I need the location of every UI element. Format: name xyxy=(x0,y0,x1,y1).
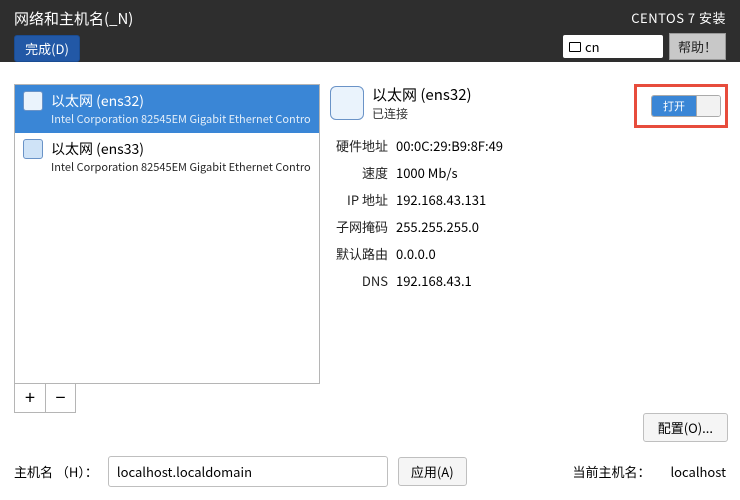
current-hostname-label: 当前主机名： xyxy=(572,462,650,481)
detail-value: 1000 Mb/s xyxy=(396,163,458,182)
connection-toggle[interactable]: 打开 xyxy=(651,95,721,117)
detail-key: 默认路由 xyxy=(330,244,388,263)
toggle-on-label: 打开 xyxy=(652,96,696,116)
detail-title: 以太网 (ens32) xyxy=(372,84,472,105)
detail-row: 子网掩码 255.255.255.0 xyxy=(330,217,728,236)
network-icon xyxy=(330,86,364,120)
detail-key: 速度 xyxy=(330,163,388,182)
detail-row: IP 地址 192.168.43.131 xyxy=(330,190,728,209)
detail-key: DNS xyxy=(330,271,388,290)
keyboard-indicator[interactable]: cn xyxy=(563,35,663,58)
switch-highlight: 打开 xyxy=(634,84,728,128)
detail-key: 硬件地址 xyxy=(330,136,388,155)
interface-list: 以太网 (ens32)Intel Corporation 82545EM Gig… xyxy=(14,84,320,384)
install-label: CENTOS 7 安装 xyxy=(631,8,726,27)
interface-name: 以太网 (ens33) xyxy=(51,139,311,159)
detail-value: 192.168.43.1 xyxy=(396,271,472,290)
detail-status: 已连接 xyxy=(372,105,472,122)
help-button[interactable]: 帮助！ xyxy=(669,33,726,60)
detail-key: IP 地址 xyxy=(330,190,388,209)
detail-key: 子网掩码 xyxy=(330,217,388,236)
interface-sub: Intel Corporation 82545EM Gigabit Ethern… xyxy=(51,111,311,127)
interface-item[interactable]: 以太网 (ens33)Intel Corporation 82545EM Gig… xyxy=(15,133,319,181)
detail-row: 速度 1000 Mb/s xyxy=(330,163,728,182)
keyboard-icon xyxy=(569,42,581,52)
ethernet-icon xyxy=(23,91,43,111)
apply-button[interactable]: 应用(A) xyxy=(398,457,467,486)
hostname-input[interactable] xyxy=(108,456,388,487)
interface-name: 以太网 (ens32) xyxy=(51,91,311,111)
remove-interface-button[interactable]: − xyxy=(45,384,75,412)
detail-row: DNS 192.168.43.1 xyxy=(330,271,728,290)
detail-value: 0.0.0.0 xyxy=(396,244,436,263)
page-title: 网络和主机名(_N) xyxy=(14,8,133,29)
detail-row: 默认路由 0.0.0.0 xyxy=(330,244,728,263)
configure-button[interactable]: 配置(O)... xyxy=(643,413,728,442)
done-button[interactable]: 完成(D) xyxy=(14,35,80,62)
current-hostname: localhost xyxy=(670,462,726,481)
add-interface-button[interactable]: + xyxy=(15,384,45,412)
keyboard-layout: cn xyxy=(585,37,600,56)
toggle-knob xyxy=(696,96,720,116)
detail-row: 硬件地址 00:0C:29:B9:8F:49 xyxy=(330,136,728,155)
interface-item[interactable]: 以太网 (ens32)Intel Corporation 82545EM Gig… xyxy=(15,85,319,133)
interface-sub: Intel Corporation 82545EM Gigabit Ethern… xyxy=(51,159,311,175)
hostname-label: 主机名 （H）： xyxy=(14,462,98,481)
detail-value: 255.255.255.0 xyxy=(396,217,479,236)
ethernet-icon xyxy=(23,139,43,159)
detail-value: 00:0C:29:B9:8F:49 xyxy=(396,136,503,155)
header-bar: 网络和主机名(_N) 完成(D) CENTOS 7 安装 cn 帮助！ xyxy=(0,0,740,62)
detail-value: 192.168.43.131 xyxy=(396,190,486,209)
